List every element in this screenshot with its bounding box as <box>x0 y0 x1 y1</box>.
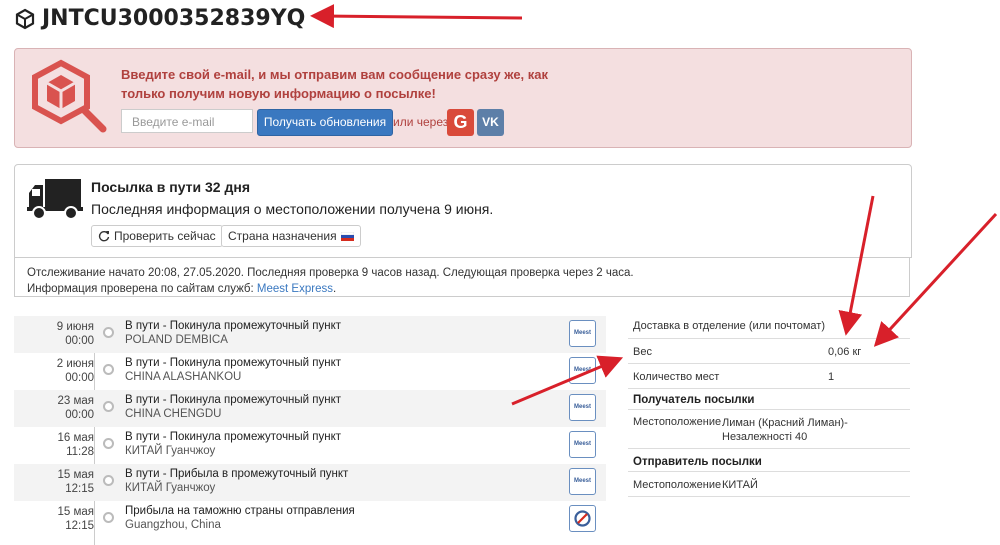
recipient-location-value: Лиман (Красний Лиман)-Незалежності 40 <box>722 417 848 443</box>
event-date-day: 15 мая <box>57 469 94 481</box>
recipient-heading-row: Получатель посылки <box>628 389 910 410</box>
sender-location-label: Местоположение <box>633 479 722 491</box>
timeline-dot <box>103 401 114 412</box>
event-location: POLAND DEMBICA <box>125 334 228 346</box>
delivery-type: Доставка в отделение (или почтомат) <box>633 320 826 332</box>
timeline-event: 15 мая 12:15 В пути - Прибыла в промежуточ… <box>14 464 606 501</box>
tracking-info-suffix: . <box>332 283 337 295</box>
event-time: 12:15 <box>65 483 94 495</box>
status-panel: Посылка в пути 32 дня Последняя информац… <box>14 164 912 258</box>
vk-login-button[interactable]: VK <box>477 109 504 136</box>
event-date: 2 июня 00:00 <box>14 357 94 385</box>
google-login-button[interactable]: G <box>447 109 474 136</box>
tracking-info-prefix: Информация проверена по сайтам служб: <box>27 283 254 295</box>
package-icon <box>15 8 35 29</box>
event-date: 15 мая 12:15 <box>14 468 94 496</box>
event-time: 11:28 <box>66 446 94 458</box>
meest-icon[interactable]: Meest <box>569 431 596 458</box>
pieces-row: Количество мест 1 <box>628 364 910 389</box>
event-date: 15 мая 12:15 <box>14 505 94 533</box>
timeline-dot <box>103 438 114 449</box>
event-title: Прибыла на таможню страны отправления <box>125 505 355 517</box>
event-time: 12:15 <box>65 520 94 532</box>
event-date-day: 9 июня <box>56 321 94 333</box>
timeline-dot <box>103 364 114 375</box>
event-date: 16 мая 11:28 <box>14 431 94 459</box>
subscribe-panel: Введите свой e-mail, и мы отправим вам с… <box>14 48 912 148</box>
event-date-day: 15 мая <box>57 506 94 518</box>
timeline-event: 23 мая 00:00 В пути - Покинула промежуточн… <box>14 390 606 427</box>
tracking-info: Отслеживание начато 20:08, 27.05.2020. П… <box>14 257 910 297</box>
sender-heading: Отправитель посылки <box>633 456 762 468</box>
pieces-value: 1 <box>828 371 835 383</box>
sender-location-value: КИТАЙ <box>722 479 758 491</box>
sender-location-row: Местоположение КИТАЙ <box>628 472 910 497</box>
timeline-dot <box>103 327 114 338</box>
event-date-day: 2 июня <box>56 358 94 370</box>
event-title: В пути - Прибыла в промежуточный пункт <box>125 468 349 480</box>
sender-heading-row: Отправитель посылки <box>628 449 910 472</box>
event-date: 9 июня 00:00 <box>14 320 94 348</box>
pieces-label: Количество мест <box>633 371 720 383</box>
event-location: CHINA CHENGDU <box>125 408 222 420</box>
tracking-info-line1: Отслеживание начато 20:08, 27.05.2020. П… <box>27 267 634 279</box>
via-label: или через <box>393 115 449 129</box>
subscribe-message: Введите свой e-mail, и мы отправим вам с… <box>121 67 549 101</box>
weight-label: Вес <box>633 346 652 358</box>
service-link[interactable]: Meest Express <box>257 283 333 295</box>
timeline-event: 15 мая 12:15 Прибыла на таможню страны отп… <box>14 501 606 538</box>
status-title: Посылка в пути 32 дня <box>91 179 250 195</box>
tracking-info-line2: Информация проверена по сайтам служб: Me… <box>27 281 897 297</box>
timeline-dot <box>103 512 114 523</box>
vk-icon: VK <box>482 115 499 129</box>
timeline-dot <box>103 475 114 486</box>
russia-flag-icon <box>340 231 354 241</box>
weight-value: 0,06 кг <box>828 346 862 358</box>
meest-icon[interactable]: Meest <box>569 320 596 347</box>
event-location: КИТАЙ Гуанчжоу <box>125 482 216 494</box>
meest-icon[interactable]: Meest <box>569 357 596 384</box>
event-date-day: 16 мая <box>57 432 94 444</box>
page-title: JNTCU3000352839YQ <box>14 6 305 31</box>
refresh-icon <box>98 231 110 242</box>
event-title: В пути - Покинула промежуточный пункт <box>125 357 342 369</box>
timeline-event: 16 мая 11:28 В пути - Покинула промежуточн… <box>14 427 606 464</box>
event-location: КИТАЙ Гуанчжоу <box>125 445 216 457</box>
check-now-button[interactable]: Проверить сейчас <box>91 225 223 247</box>
delivery-type-row: Доставка в отделение (или почтомат) <box>628 316 910 339</box>
event-date-day: 23 мая <box>57 395 94 407</box>
truck-icon <box>27 179 83 220</box>
subscribe-button[interactable]: Получать обновления <box>257 109 393 136</box>
event-date: 23 мая 00:00 <box>14 394 94 422</box>
check-now-label: Проверить сейчас <box>114 229 216 243</box>
event-location: Guangzhou, China <box>125 519 221 531</box>
timeline-event: 2 июня 00:00 В пути - Покинула промежуточн… <box>14 353 606 390</box>
meest-icon[interactable]: Meest <box>569 468 596 495</box>
event-title: В пути - Покинула промежуточный пункт <box>125 320 342 332</box>
event-time: 00:00 <box>65 409 94 421</box>
recipient-heading: Получатель посылки <box>633 394 755 406</box>
customs-emblem <box>574 510 591 527</box>
recipient-location-label: Местоположение <box>633 416 722 428</box>
event-location: CHINA ALASHANKOU <box>125 371 242 383</box>
event-time: 00:00 <box>65 335 94 347</box>
arrow-title <box>310 4 523 29</box>
event-title: В пути - Покинула промежуточный пункт <box>125 394 342 406</box>
timeline: 9 июня 00:00 В пути - Покинула промежуточн… <box>14 316 606 538</box>
details-panel: Доставка в отделение (или почтомат) Вес … <box>628 316 910 497</box>
meest-icon[interactable]: Meest <box>569 394 596 421</box>
timeline-event: 9 июня 00:00 В пути - Покинула промежуточн… <box>14 316 606 353</box>
google-icon: G <box>453 112 468 132</box>
event-title: В пути - Покинула промежуточный пункт <box>125 431 342 443</box>
event-time: 00:00 <box>65 372 94 384</box>
package-search-icon <box>32 59 107 133</box>
email-input[interactable]: Введите e-mail <box>121 109 253 133</box>
customs-icon[interactable] <box>569 505 596 532</box>
status-subtitle: Последняя информация о местоположении по… <box>91 201 494 217</box>
destination-country-button[interactable]: Страна назначения <box>221 225 361 247</box>
weight-row: Вес 0,06 кг <box>628 339 910 364</box>
tracking-number: JNTCU3000352839YQ <box>42 6 306 31</box>
recipient-location-row: Местоположение Лиман (Красний Лиман)-Нез… <box>628 410 910 449</box>
destination-label: Страна назначения <box>228 229 337 243</box>
